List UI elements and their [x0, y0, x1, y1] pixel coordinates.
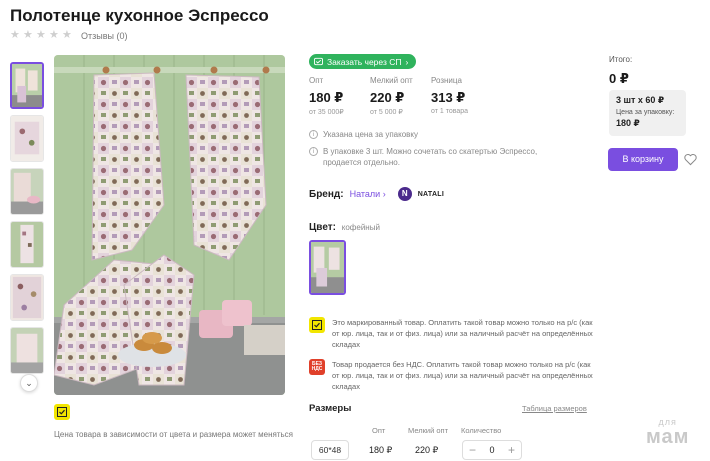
price-tiers: Опт 180 ₽ от 35 000₽ Мелкий опт 220 ₽ от… — [309, 76, 492, 116]
price-threshold: от 1 товара — [431, 108, 469, 115]
brand-name: Натали — [349, 189, 381, 199]
thumbnail[interactable] — [10, 168, 44, 215]
no-vat-icon: БЕЗ НДС — [309, 359, 325, 375]
star-icon: ★ — [10, 29, 20, 41]
order-sp-button[interactable]: Заказать через СП › — [309, 54, 417, 69]
info-text: В упаковке 3 шт. Можно сочетать со скате… — [323, 147, 538, 167]
star-icon: ★ — [49, 29, 59, 41]
price-threshold: от 35 000₽ — [309, 109, 344, 116]
cart-icon — [314, 57, 323, 66]
price-note: Цена товара в зависимости от цвета и раз… — [54, 430, 294, 439]
total-label: Итого: — [609, 55, 633, 64]
price-label: Розница — [431, 76, 462, 85]
quantity-stepper: − 0 + — [462, 440, 522, 460]
marking-icon — [309, 317, 325, 333]
product-title: Полотенце кухонное Эспрессо — [10, 6, 269, 25]
price-label: Опт — [309, 76, 324, 85]
price-threshold: от 5 000 ₽ — [370, 109, 403, 116]
thumbnail[interactable] — [10, 274, 44, 321]
quantity-decrease-button[interactable]: − — [469, 444, 476, 456]
info-icon: i — [309, 130, 318, 139]
color-label: Цвет: — [309, 222, 336, 233]
pack-summary: 3 шт х 60 ₽ Цена за упаковку: 180 ₽ — [609, 90, 686, 136]
chevron-down-icon[interactable]: ⌄ — [20, 374, 38, 392]
pack-price: 180 ₽ — [616, 118, 640, 128]
color-row: Цвет: кофейный — [309, 222, 380, 233]
size-option[interactable]: 60*48 — [311, 440, 349, 460]
notice-text: Это маркированный товар. Оплатить такой … — [332, 318, 593, 349]
price-label: Мелкий опт — [370, 76, 413, 85]
notice-text: Товар продается без НДС. Оплатить такой … — [332, 360, 593, 391]
brand-logo-text: NATALI — [417, 190, 445, 198]
sizes-title: Размеры — [309, 403, 352, 414]
pack-count: 3 шт х 60 ₽ — [616, 95, 665, 105]
price-value: 180 ₽ — [309, 90, 344, 105]
thumbnail[interactable] — [10, 62, 44, 109]
thumbnail[interactable] — [10, 115, 44, 162]
no-vat-icon-line: НДС — [311, 366, 323, 372]
order-sp-label: Заказать через СП — [327, 56, 402, 67]
price-value: 220 ₽ — [370, 90, 405, 105]
pack-price-label: Цена за упаковку: — [616, 109, 675, 116]
size-header: Мелкий опт — [408, 426, 449, 435]
brand-row: Бренд: Натали › N NATALI — [309, 187, 444, 201]
chevron-right-icon: › — [405, 56, 409, 67]
reviews-link[interactable]: Отзывы (0) — [81, 31, 127, 41]
total-value: 0 ₽ — [609, 71, 629, 86]
brand-label: Бренд: — [309, 188, 344, 200]
thumbnail[interactable] — [10, 327, 44, 374]
add-to-cart-button[interactable]: В корзину — [608, 148, 678, 171]
product-image[interactable] — [54, 55, 285, 395]
size-small-opt-price: 220 ₽ — [415, 445, 439, 455]
size-header: Количество — [461, 426, 502, 435]
info-line: i Указана цена за упаковку — [309, 129, 589, 140]
info-icon: i — [309, 147, 318, 156]
price-value: 313 ₽ — [431, 90, 466, 105]
color-swatch[interactable] — [309, 240, 346, 295]
price-tier-small-opt: Мелкий опт 220 ₽ от 5 000 ₽ — [370, 76, 431, 116]
star-icon: ★ — [36, 29, 46, 41]
size-table-link[interactable]: Таблица размеров — [522, 404, 587, 413]
price-tier-retail: Розница 313 ₽ от 1 товара — [431, 76, 492, 116]
no-vat-notice: БЕЗ НДС Товар продается без НДС. Оплатит… — [309, 359, 599, 392]
rating: ★ ★ ★ ★ ★ Отзывы (0) — [10, 30, 127, 41]
info-text: Указана цена за упаковку — [323, 130, 418, 139]
star-icon: ★ — [23, 29, 33, 41]
size-header: Опт — [372, 426, 386, 435]
size-opt-price: 180 ₽ — [369, 445, 393, 455]
color-value: кофейный — [341, 223, 380, 232]
price-tier-opt: Опт 180 ₽ от 35 000₽ — [309, 76, 370, 116]
quantity-value[interactable]: 0 — [489, 445, 494, 455]
marking-notice: Это маркированный товар. Оплатить такой … — [309, 317, 599, 350]
brand-link[interactable]: Натали › — [350, 189, 386, 199]
info-line: i В упаковке 3 шт. Можно сочетать со ска… — [309, 146, 571, 168]
watermark: для мам — [646, 418, 690, 448]
marking-icon — [54, 404, 70, 420]
thumbnail-strip — [10, 62, 46, 380]
watermark-line: мам — [646, 426, 690, 448]
star-icon: ★ — [62, 29, 72, 41]
quantity-increase-button[interactable]: + — [508, 444, 515, 456]
heart-icon[interactable] — [684, 153, 697, 166]
brand-logo-icon[interactable]: N — [397, 187, 412, 201]
thumbnail[interactable] — [10, 221, 44, 268]
